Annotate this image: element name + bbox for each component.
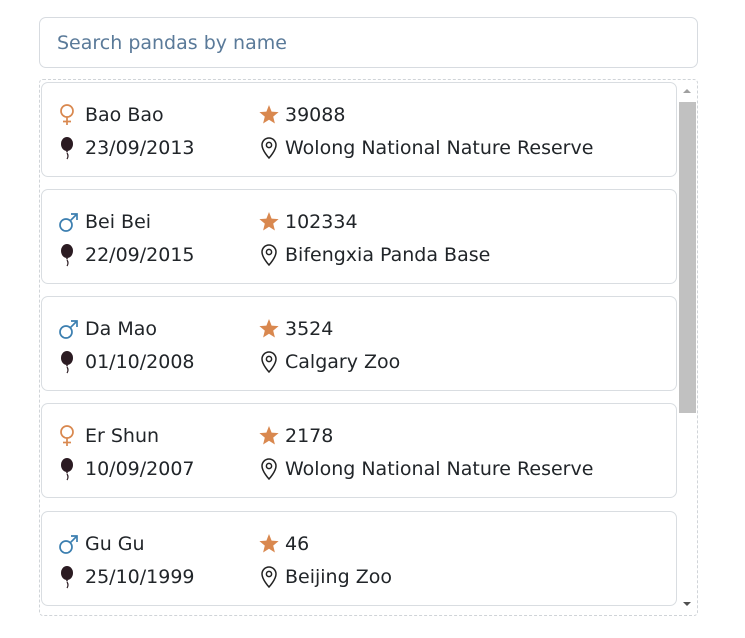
panda-name: Gu Gu <box>85 533 145 555</box>
birthdate-line: 10/09/2007 <box>58 455 195 483</box>
star-icon <box>258 103 280 127</box>
stars-line: 46 <box>258 530 309 558</box>
star-icon <box>258 210 280 234</box>
male-icon <box>58 210 80 234</box>
panda-name: Er Shun <box>85 425 160 447</box>
panda-birthdate: 23/09/2013 <box>85 137 195 159</box>
panda-birthdate: 25/10/1999 <box>85 566 195 588</box>
search-box[interactable] <box>39 17 698 68</box>
panda-card[interactable]: Er Shun 2178 10/09/2007 Wolong National … <box>41 403 677 498</box>
stars-line: 39088 <box>258 101 345 129</box>
panda-card[interactable]: Gu Gu 46 25/10/1999 Beijing Zoo <box>41 511 677 606</box>
balloon-icon <box>58 565 80 589</box>
location-pin-icon <box>258 457 280 481</box>
birthdate-line: 22/09/2015 <box>58 241 195 269</box>
name-line: Gu Gu <box>58 530 145 558</box>
star-icon <box>258 424 280 448</box>
name-line: Er Shun <box>58 422 159 450</box>
stars-line: 102334 <box>258 208 358 236</box>
panda-birthdate: 01/10/2008 <box>85 351 195 373</box>
location-line: Beijing Zoo <box>258 563 392 591</box>
location-pin-icon <box>258 350 280 374</box>
list-scrollbar[interactable] <box>677 81 697 614</box>
female-icon <box>58 424 80 448</box>
name-line: Bao Bao <box>58 101 164 129</box>
name-line: Da Mao <box>58 315 157 343</box>
panda-birthdate: 10/09/2007 <box>85 458 195 480</box>
panda-location: Calgary Zoo <box>285 351 401 373</box>
scroll-down-arrow-icon[interactable] <box>677 596 697 614</box>
stars-line: 3524 <box>258 315 333 343</box>
male-icon <box>58 532 80 556</box>
balloon-icon <box>58 243 80 267</box>
stars-line: 2178 <box>258 422 333 450</box>
location-pin-icon <box>258 565 280 589</box>
location-pin-icon <box>258 243 280 267</box>
balloon-icon <box>58 457 80 481</box>
female-icon <box>58 103 80 127</box>
star-icon <box>258 532 280 556</box>
male-icon <box>58 317 80 341</box>
panda-stars: 39088 <box>285 104 346 126</box>
panda-location: Bifengxia Panda Base <box>285 244 491 266</box>
birthdate-line: 25/10/1999 <box>58 563 195 591</box>
scroll-up-arrow-icon[interactable] <box>677 81 697 99</box>
panda-card[interactable]: Bei Bei 102334 22/09/2015 Bifengxia Pand… <box>41 189 677 284</box>
panda-card[interactable]: Bao Bao 39088 23/09/2013 Wolong National… <box>41 82 677 177</box>
panda-name: Da Mao <box>85 318 157 340</box>
panda-stars: 2178 <box>285 425 334 447</box>
panda-location: Beijing Zoo <box>285 566 392 588</box>
location-line: Wolong National Nature Reserve <box>258 455 593 483</box>
birthdate-line: 23/09/2013 <box>58 134 195 162</box>
panda-location: Wolong National Nature Reserve <box>285 458 594 480</box>
location-line: Bifengxia Panda Base <box>258 241 490 269</box>
panda-stars: 46 <box>285 533 310 555</box>
panda-name: Bei Bei <box>85 211 152 233</box>
balloon-icon <box>58 136 80 160</box>
panda-location: Wolong National Nature Reserve <box>285 137 594 159</box>
location-line: Calgary Zoo <box>258 348 400 376</box>
panda-stars: 102334 <box>285 211 358 233</box>
panda-stars: 3524 <box>285 318 334 340</box>
location-line: Wolong National Nature Reserve <box>258 134 593 162</box>
star-icon <box>258 317 280 341</box>
panda-birthdate: 22/09/2015 <box>85 244 195 266</box>
search-input[interactable] <box>40 18 697 67</box>
birthdate-line: 01/10/2008 <box>58 348 195 376</box>
balloon-icon <box>58 350 80 374</box>
panda-list[interactable]: Bao Bao 39088 23/09/2013 Wolong National… <box>39 79 698 616</box>
scrollbar-thumb[interactable] <box>679 102 696 413</box>
panda-card[interactable]: Da Mao 3524 01/10/2008 Calgary Zoo <box>41 296 677 391</box>
location-pin-icon <box>258 136 280 160</box>
panda-name: Bao Bao <box>85 104 164 126</box>
name-line: Bei Bei <box>58 208 151 236</box>
